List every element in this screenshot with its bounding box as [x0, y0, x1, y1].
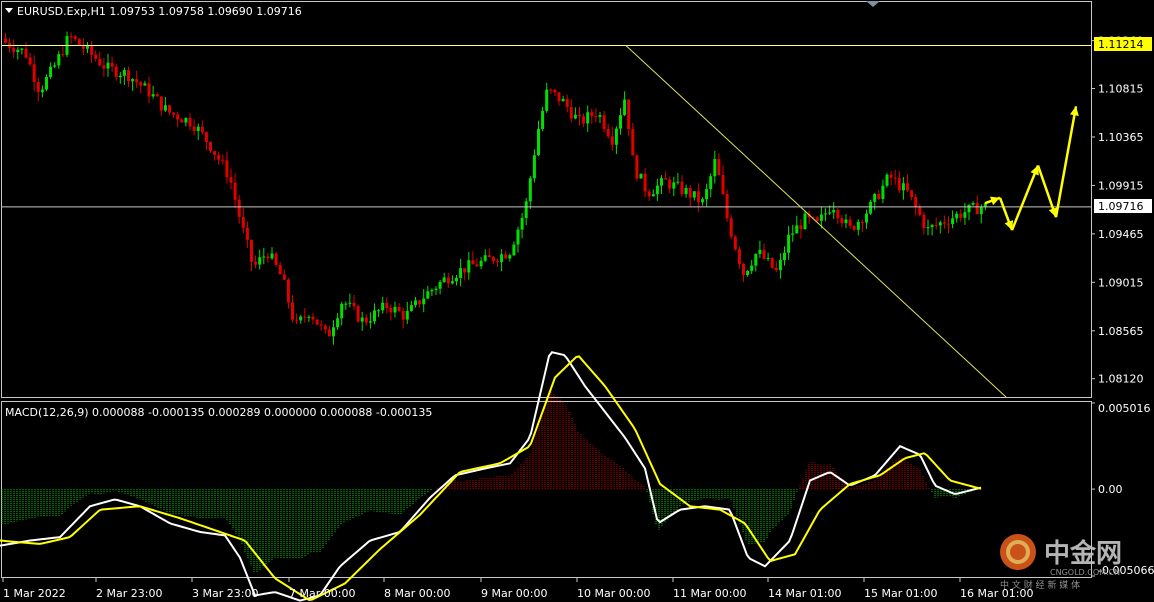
- price-tick-label: 1.08120: [1098, 373, 1144, 386]
- resistance-price-label: 1.11214: [1098, 38, 1144, 51]
- symbol-header: EURUSD.Exp,H1 1.09753 1.09758 1.09690 1.…: [17, 5, 302, 18]
- time-tick-label: 7 Mar 00:00: [289, 587, 355, 600]
- brand-name: 中金网: [1044, 538, 1122, 569]
- time-tick-label: 2 Mar 23:00: [96, 587, 162, 600]
- macd-tick-label: 0.005016: [1098, 402, 1151, 415]
- trading-chart[interactable]: EURUSD.Exp,H1 1.09753 1.09758 1.09690 1.…: [0, 0, 1154, 602]
- time-tick-label: 10 Mar 00:00: [577, 587, 650, 600]
- candle: [635, 153, 639, 182]
- candle: [770, 257, 774, 270]
- candle: [315, 319, 319, 326]
- candle: [725, 189, 729, 222]
- price-tick-label: 1.08565: [1098, 325, 1144, 338]
- time-tick-label: 3 Mar 23:00: [192, 587, 258, 600]
- brand-site: CNGOLD.COM.CN: [1050, 568, 1120, 577]
- candle: [274, 251, 278, 267]
- macd-label: MACD(12,26,9) 0.000088 -0.000135 0.00028…: [5, 406, 432, 419]
- brand-logo-icon: [1000, 534, 1036, 570]
- price-tick-label: 1.09915: [1098, 179, 1144, 192]
- time-tick-label: 9 Mar 00:00: [481, 587, 547, 600]
- candle: [729, 214, 733, 240]
- price-tick-label: 1.10815: [1098, 83, 1144, 96]
- macd-tick-label: 0.00: [1098, 483, 1123, 496]
- price-tick-label: 1.09465: [1098, 228, 1144, 241]
- candle: [885, 173, 889, 188]
- time-tick-label: 15 Mar 01:00: [864, 587, 937, 600]
- time-tick-label: 14 Mar 01:00: [768, 587, 841, 600]
- time-tick-label: 8 Mar 00:00: [384, 587, 450, 600]
- candle: [356, 304, 360, 323]
- current-price-label: 1.09716: [1098, 200, 1144, 213]
- candle: [733, 235, 737, 251]
- candle: [803, 210, 807, 230]
- price-tick-label: 1.09015: [1098, 276, 1144, 289]
- candle: [77, 38, 81, 46]
- time-tick-label: 11 Mar 00:00: [673, 587, 746, 600]
- time-tick-label: 1 Mar 2022: [3, 587, 66, 600]
- brand-tagline: 中 文 财 经 新 媒 体: [1000, 579, 1080, 591]
- candle: [639, 173, 643, 179]
- price-tick-label: 1.10365: [1098, 131, 1144, 144]
